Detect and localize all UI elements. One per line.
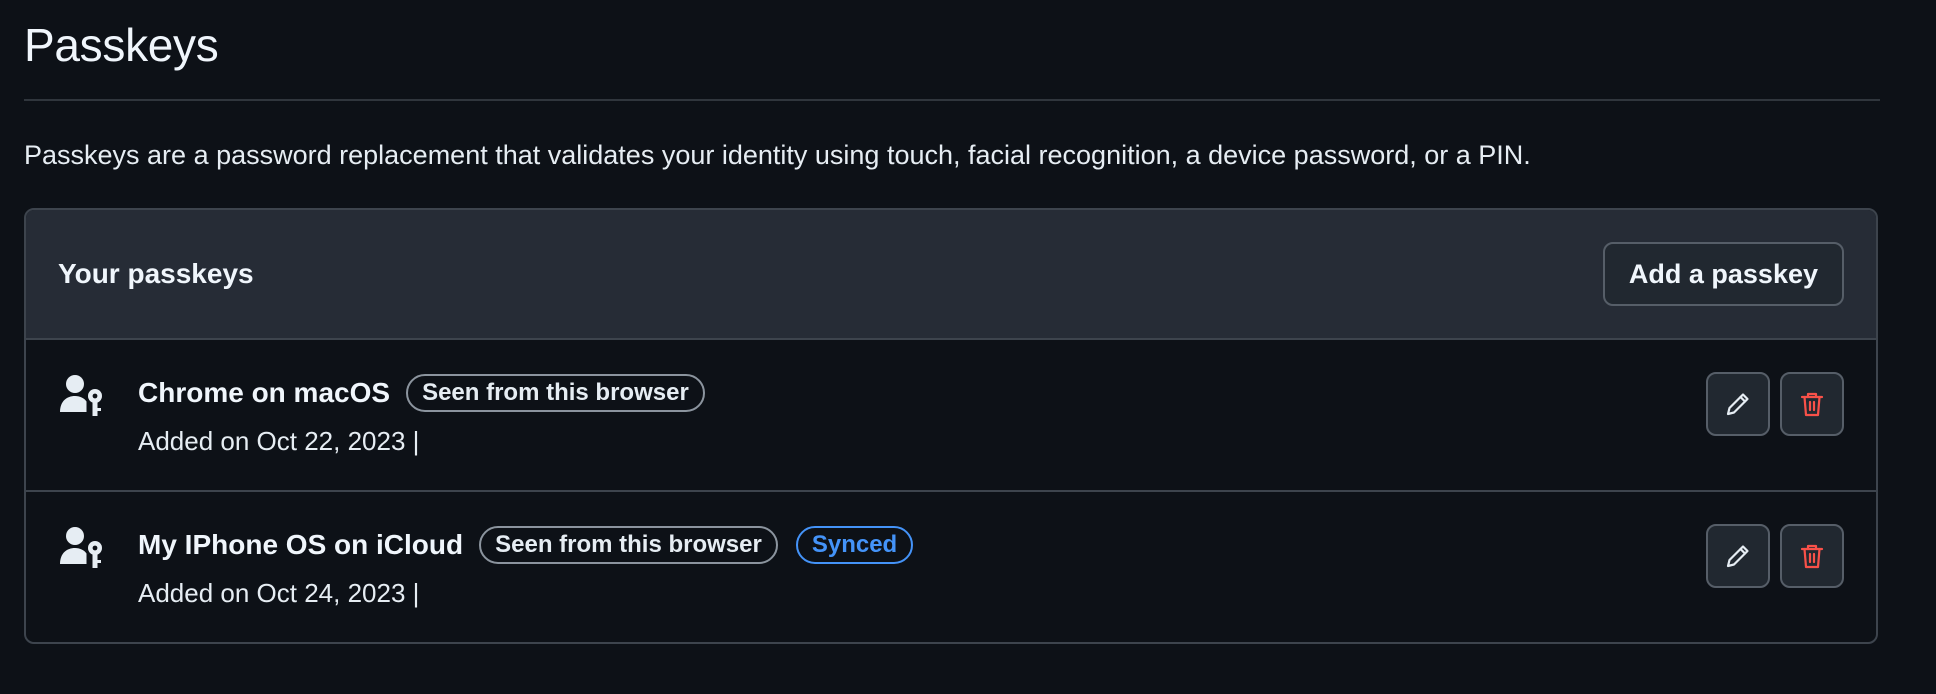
passkeys-box: Your passkeys Add a passkey Chrome on ma… [24, 208, 1878, 644]
pencil-icon [1723, 389, 1753, 419]
passkey-name: My IPhone OS on iCloud [138, 529, 464, 560]
delete-passkey-button[interactable] [1780, 372, 1844, 436]
add-passkey-button[interactable]: Add a passkey [1602, 242, 1844, 306]
passkey-name-line: Chrome on macOS Seen from this browser [138, 374, 705, 412]
passkey-name: Chrome on macOS [138, 377, 391, 408]
seen-from-browser-badge: Seen from this browser [479, 526, 778, 564]
seen-from-browser-badge: Seen from this browser [406, 374, 705, 412]
passkey-name-line: My IPhone OS on iCloud Seen from this br… [138, 526, 914, 564]
passkey-added-date: Added on Oct 22, 2023 | [138, 426, 420, 456]
page-description: Passkeys are a password replacement that… [24, 140, 1531, 170]
trash-icon [1797, 541, 1827, 571]
passkey-row: My IPhone OS on iCloud Seen from this br… [26, 492, 1876, 642]
page-title: Passkeys [24, 19, 219, 71]
person-key-icon [58, 524, 106, 572]
passkeys-box-title: Your passkeys [58, 258, 254, 289]
synced-badge: Synced [795, 526, 914, 564]
pencil-icon [1723, 541, 1753, 571]
passkey-added-date: Added on Oct 24, 2023 | [138, 578, 420, 608]
delete-passkey-button[interactable] [1780, 524, 1844, 588]
trash-icon [1797, 389, 1827, 419]
passkeys-settings-page: Passkeys Passkeys are a password replace… [0, 0, 1936, 694]
passkeys-box-header: Your passkeys Add a passkey [26, 210, 1876, 340]
person-key-icon [58, 372, 106, 420]
edit-passkey-button[interactable] [1706, 524, 1770, 588]
title-divider [24, 99, 1880, 101]
edit-passkey-button[interactable] [1706, 372, 1770, 436]
passkey-row: Chrome on macOS Seen from this browser A… [26, 340, 1876, 492]
